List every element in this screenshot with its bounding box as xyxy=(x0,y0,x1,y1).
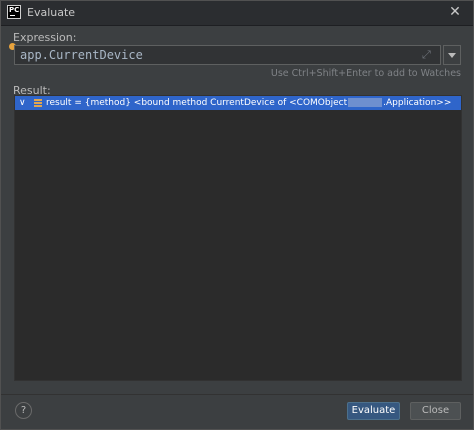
app-icon-text: PC xyxy=(9,6,20,14)
title-bar: PC Evaluate ✕ xyxy=(1,1,473,26)
footer-divider xyxy=(1,394,473,395)
evaluate-button[interactable]: Evaluate xyxy=(347,402,400,420)
expression-value[interactable]: app.CurrentDevice xyxy=(20,48,143,62)
evaluate-dialog: PC Evaluate ✕ Expression: app.CurrentDev… xyxy=(0,0,474,430)
result-row-prefix: result = {method} <bound method CurrentD… xyxy=(46,98,348,108)
chevron-down-icon xyxy=(448,53,456,58)
result-row-suffix: .Application>> xyxy=(383,98,452,108)
result-tree[interactable]: ∨ result = {method} <bound method Curren… xyxy=(14,95,462,381)
result-row[interactable]: ∨ result = {method} <bound method Curren… xyxy=(15,96,461,110)
close-button[interactable]: Close xyxy=(410,402,461,420)
result-row-text: result = {method} <bound method CurrentD… xyxy=(46,96,451,110)
expand-icon[interactable]: ⤢ xyxy=(422,49,434,61)
close-icon[interactable]: ✕ xyxy=(447,4,463,20)
redacted-block xyxy=(348,98,383,107)
pycharm-icon: PC xyxy=(7,5,21,19)
chevron-down-icon[interactable]: ∨ xyxy=(19,96,26,110)
expression-input[interactable]: app.CurrentDevice ⤢ xyxy=(14,45,441,65)
expression-history-button[interactable] xyxy=(443,45,461,65)
window-title: Evaluate xyxy=(27,6,76,19)
watches-hint: Use Ctrl+Shift+Enter to add to Watches xyxy=(270,68,461,79)
list-icon xyxy=(34,99,42,107)
expression-label: Expression: xyxy=(13,31,77,44)
help-button[interactable]: ? xyxy=(15,402,32,419)
